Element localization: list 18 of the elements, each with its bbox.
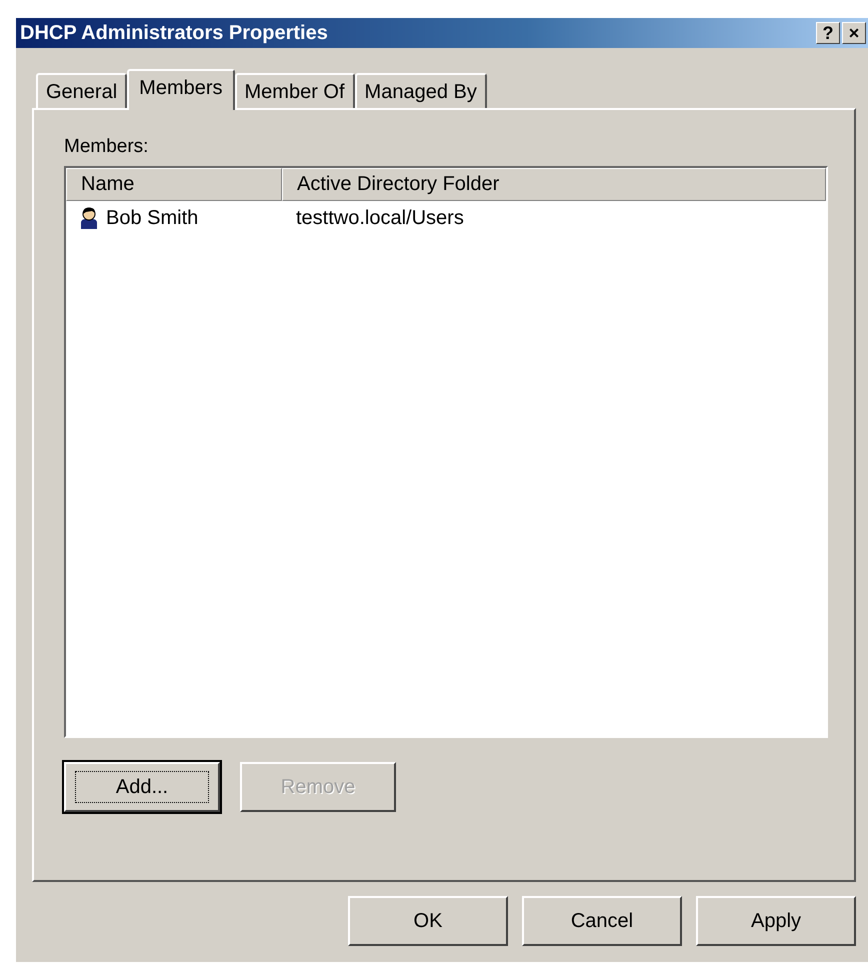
apply-button[interactable]: Apply (696, 896, 856, 946)
members-list[interactable]: Name Active Directory Folder Bob Smith testtwo.local/Users (64, 166, 828, 738)
tab[interactable]: Managed By (354, 73, 487, 108)
tab[interactable]: Members (127, 69, 235, 110)
member-name[interactable]: Bob Smith (106, 206, 198, 230)
help-button[interactable]: ? (816, 22, 840, 44)
user-icon (78, 206, 100, 230)
window-title: DHCP Administrators Properties (20, 22, 328, 44)
column-header[interactable]: Name (66, 168, 282, 201)
column-header[interactable]: Active Directory Folder (282, 168, 826, 201)
ok-button[interactable]: OK (348, 896, 508, 946)
close-button[interactable]: × (842, 22, 866, 44)
folder-path: testtwo.local/Users (296, 206, 464, 230)
cancel-button[interactable]: Cancel (522, 896, 682, 946)
add-button[interactable]: Add... (64, 762, 220, 812)
members-label: Members: (64, 136, 150, 158)
tab[interactable]: General (36, 73, 128, 108)
tab[interactable]: Member Of (234, 73, 355, 108)
